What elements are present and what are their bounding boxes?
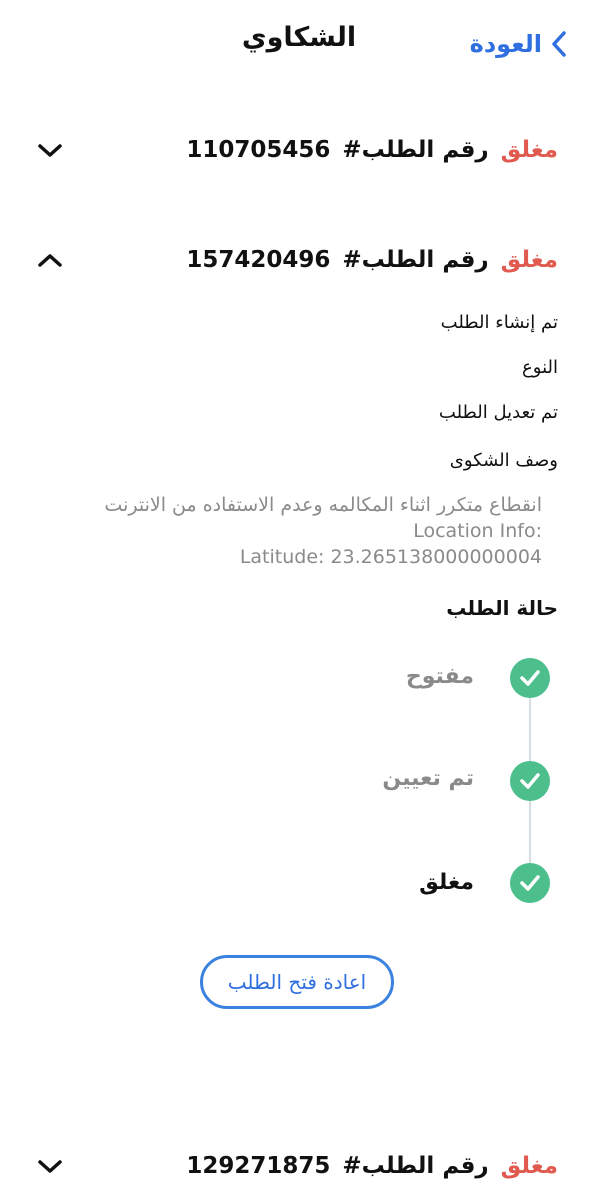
check-icon [520, 670, 540, 686]
complaint-description: انقطاع متكرر اثناء المكالمه وعدم الاستفا… [42, 492, 542, 570]
status-badge: مغلق [500, 137, 558, 163]
check-icon [520, 875, 540, 891]
request-number: 110705456 [186, 137, 331, 163]
description-line: انقطاع متكرر اثناء المكالمه وعدم الاستفا… [104, 494, 542, 516]
request-header: مغلق رقم الطلب# 110705456 [186, 130, 558, 170]
step-check-circle [510, 863, 550, 903]
created-label: تم إنشاء الطلب [440, 312, 558, 333]
check-icon [520, 773, 540, 789]
request-row[interactable]: مغلق رقم الطلب# 157420496 [0, 240, 598, 280]
description-label: وصف الشكوى [449, 450, 558, 471]
description-line: Location Info: [413, 520, 542, 542]
request-number-label: رقم الطلب# [342, 247, 489, 273]
timeline-connector [529, 698, 531, 762]
timeline-step-assigned: تم تعيين [382, 766, 474, 791]
status-badge: مغلق [500, 1153, 558, 1179]
modified-label: تم تعديل الطلب [438, 402, 558, 423]
chevron-down-icon[interactable] [36, 138, 64, 162]
chevron-up-icon[interactable] [36, 248, 64, 272]
type-label: النوع [522, 357, 558, 378]
timeline-step-closed: مغلق [419, 870, 474, 895]
request-number: 129271875 [186, 1153, 331, 1179]
reopen-request-button[interactable]: اعادة فتح الطلب [200, 955, 394, 1009]
request-header: مغلق رقم الطلب# 157420496 [186, 240, 558, 280]
timeline-step-open: مفتوح [405, 664, 474, 689]
timeline-connector [529, 800, 531, 864]
status-badge: مغلق [500, 247, 558, 273]
request-status-title: حالة الطلب [446, 596, 558, 620]
request-row[interactable]: مغلق رقم الطلب# 110705456 [0, 130, 598, 170]
description-line: Latitude: 23.265138000000004 [239, 546, 542, 568]
request-number-label: رقم الطلب# [342, 1153, 489, 1179]
chevron-down-icon[interactable] [36, 1154, 64, 1178]
request-number: 157420496 [186, 247, 331, 273]
step-check-circle [510, 658, 550, 698]
request-row[interactable]: مغلق رقم الطلب# 129271875 [0, 1146, 598, 1186]
request-number-label: رقم الطلب# [342, 137, 489, 163]
page-title: الشكاوي [241, 22, 357, 53]
step-check-circle [510, 761, 550, 801]
request-header: مغلق رقم الطلب# 129271875 [186, 1146, 558, 1186]
